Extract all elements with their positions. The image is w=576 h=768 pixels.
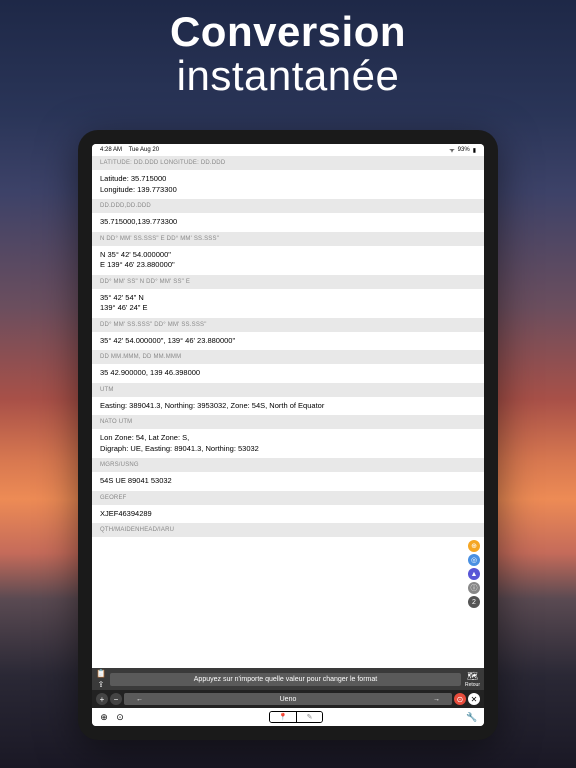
tip-bar: 📋 ⇪ Appuyez sur n'importe quelle valeur … bbox=[92, 668, 484, 690]
arrow-right-icon[interactable]: → bbox=[433, 696, 440, 703]
gps-button[interactable]: ⊙ bbox=[454, 693, 466, 705]
share-icon[interactable]: ⇪ bbox=[96, 680, 106, 690]
section-value[interactable]: Easting: 389041.3, Northing: 3953032, Zo… bbox=[92, 397, 484, 416]
status-right: ᯤ 93% ▮ bbox=[449, 146, 476, 154]
zoom-in-button[interactable]: + bbox=[96, 693, 108, 705]
copy-icon[interactable]: 📋 bbox=[96, 669, 106, 679]
section-value[interactable]: 35° 42' 54" N 139° 46' 24" E bbox=[92, 289, 484, 318]
section-header: DD° MM' SS" N DD° MM' SS" E bbox=[92, 275, 484, 289]
section-value[interactable]: XJEF46394289 bbox=[92, 505, 484, 524]
section-value[interactable]: 35.715000,139.773300 bbox=[92, 213, 484, 232]
location-name: Ueno bbox=[280, 696, 297, 703]
hero-line-2: instantanée bbox=[0, 52, 576, 100]
status-date: Tue Aug 20 bbox=[129, 147, 159, 153]
battery-percent: 93% bbox=[458, 147, 470, 153]
location-bar[interactable]: ← Ueno → bbox=[124, 693, 452, 705]
section-value[interactable]: Latitude: 35.715000 Longitude: 139.77330… bbox=[92, 170, 484, 199]
zoom-out-button[interactable]: − bbox=[110, 693, 122, 705]
pin-mode[interactable]: 📍 bbox=[270, 712, 296, 722]
section-value[interactable]: 54S UE 89041 53032 bbox=[92, 472, 484, 491]
section-header: N DD° MM' SS.SSS" E DD° MM' SS.SSS" bbox=[92, 232, 484, 246]
edit-mode[interactable]: ✎ bbox=[296, 712, 322, 722]
side-icons: ⊕ ◎ ▲ ⓘ 2 bbox=[468, 540, 480, 608]
section-value[interactable]: 35° 42' 54.000000", 139° 46' 23.880000" bbox=[92, 332, 484, 351]
arrow-left-icon[interactable]: ← bbox=[136, 696, 143, 703]
section-header: MGRS/USNG bbox=[92, 458, 484, 472]
section-header: DD MM.MMM, DD MM.MMM bbox=[92, 350, 484, 364]
status-left: 4:28 AM Tue Aug 20 bbox=[100, 147, 159, 153]
magnify-icon[interactable]: ⊕ bbox=[98, 711, 110, 723]
screen: 4:28 AM Tue Aug 20 ᯤ 93% ▮ LATITUDE: DD.… bbox=[92, 144, 484, 726]
center-icon[interactable]: ⊙ bbox=[114, 711, 126, 723]
tablet-frame: 4:28 AM Tue Aug 20 ᯤ 93% ▮ LATITUDE: DD.… bbox=[78, 130, 498, 740]
hero-title: Conversion instantanée bbox=[0, 8, 576, 100]
section-header: DD° MM' SS.SSS" DD° MM' SS.SSS" bbox=[92, 318, 484, 332]
nav-icon[interactable]: ▲ bbox=[468, 568, 480, 580]
section-header: QTH/MAIDENHEAD/IARU bbox=[92, 523, 484, 537]
info-icon[interactable]: ⓘ bbox=[468, 582, 480, 594]
close-button[interactable]: ✕ bbox=[468, 693, 480, 705]
wifi-icon: ᯤ bbox=[449, 146, 454, 154]
section-header: DD.DDD,DD.DDD bbox=[92, 199, 484, 213]
section-header: UTM bbox=[92, 383, 484, 397]
settings-icon[interactable]: 🔧 bbox=[466, 711, 478, 723]
nav-bar: + − ← Ueno → ⊙ ✕ bbox=[92, 690, 484, 708]
section-value[interactable]: Lon Zone: 54, Lat Zone: S, Digraph: UE, … bbox=[92, 429, 484, 458]
battery-icon: ▮ bbox=[473, 147, 476, 154]
mode-segmented[interactable]: 📍 ✎ bbox=[269, 711, 323, 723]
count-badge[interactable]: 2 bbox=[468, 596, 480, 608]
compass-icon[interactable]: ⊕ bbox=[468, 540, 480, 552]
status-time: 4:28 AM bbox=[100, 147, 122, 153]
status-bar: 4:28 AM Tue Aug 20 ᯤ 93% ▮ bbox=[92, 144, 484, 156]
content-list[interactable]: LATITUDE: DD.DDD LONGITUDE: DD.DDD Latit… bbox=[92, 156, 484, 668]
tip-message: Appuyez sur n'importe quelle valeur pour… bbox=[110, 673, 461, 686]
section-value[interactable]: N 35° 42' 54.000000" E 139° 46' 23.88000… bbox=[92, 246, 484, 275]
map-icon[interactable]: 🗺 bbox=[467, 671, 478, 682]
section-header: LATITUDE: DD.DDD LONGITUDE: DD.DDD bbox=[92, 156, 484, 170]
section-value[interactable]: 35 42.900000, 139 46.398000 bbox=[92, 364, 484, 383]
section-header: GEOREF bbox=[92, 491, 484, 505]
section-header: NATO UTM bbox=[92, 415, 484, 429]
back-label[interactable]: Retour bbox=[465, 682, 480, 688]
target-icon[interactable]: ◎ bbox=[468, 554, 480, 566]
bottom-toolbar: ⊕ ⊙ 📍 ✎ 🔧 bbox=[92, 708, 484, 726]
hero-line-1: Conversion bbox=[0, 8, 576, 56]
